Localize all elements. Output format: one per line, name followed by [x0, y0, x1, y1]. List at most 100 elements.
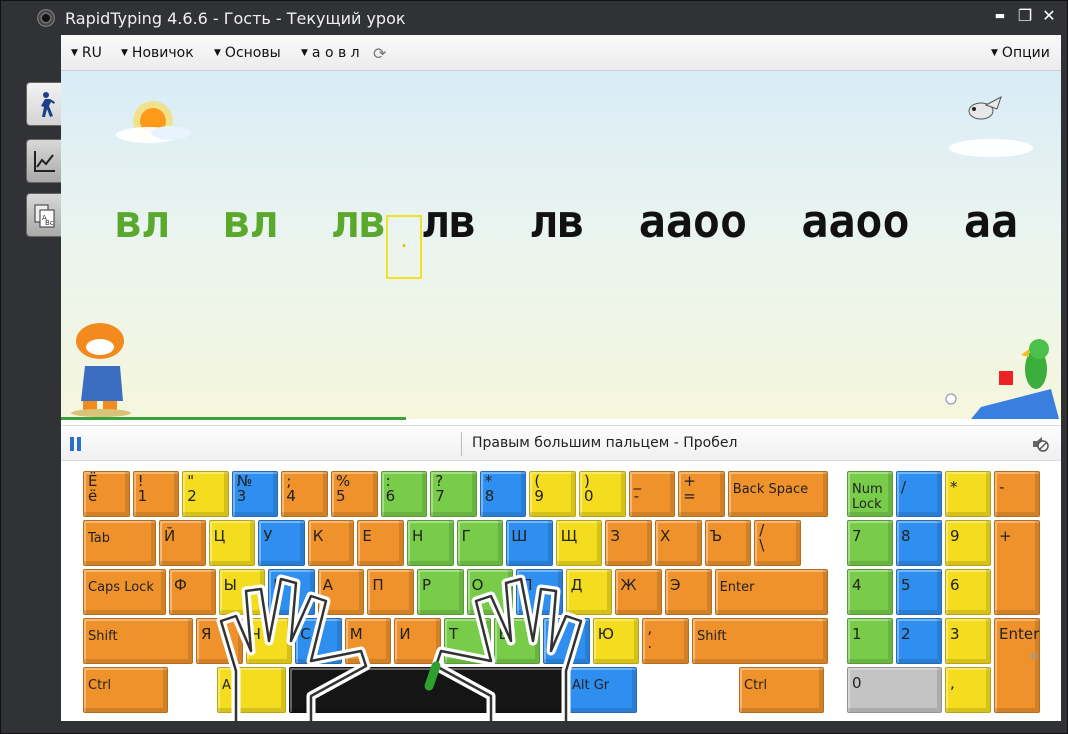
key-к[interactable]: К — [307, 520, 355, 566]
key-caps-lock[interactable]: Caps Lock — [83, 569, 166, 615]
key-/\[interactable]: / \ — [754, 520, 801, 566]
text-cursor: · — [385, 215, 422, 279]
maximize-button[interactable]: ❐ — [1014, 5, 1036, 27]
minimize-button[interactable]: ▬ — [989, 5, 1011, 27]
key-ctrl[interactable]: Ctrl — [739, 667, 824, 713]
key-з[interactable]: З — [605, 520, 652, 566]
key-"2[interactable]: " 2 — [182, 471, 229, 517]
key-1[interactable]: 1 — [847, 618, 893, 664]
remaining-text: лв лв аaоо аaоо аа — [421, 195, 1018, 248]
cat-character-illustration — [71, 323, 131, 417]
key-enter[interactable]: Enter — [714, 569, 828, 615]
lesson-progress-bar — [61, 417, 406, 420]
key-+[interactable]: + — [994, 520, 1040, 615]
key-char: Ъ — [709, 527, 723, 545]
title-bar[interactable]: RapidTyping 4.6.6 - Гость - Текущий урок… — [1, 1, 1068, 35]
key-х[interactable]: Х — [655, 520, 702, 566]
key-2[interactable]: 2 — [896, 618, 942, 664]
key-у[interactable]: У — [258, 520, 305, 566]
key-enter[interactable]: Enter — [994, 618, 1040, 713]
key-3[interactable]: 3 — [945, 618, 991, 664]
key-5[interactable]: 5 — [896, 569, 942, 615]
window-title: RapidTyping 4.6.6 - Гость - Текущий урок — [65, 9, 406, 28]
key-ctrl[interactable]: Ctrl — [83, 667, 168, 713]
status-divider — [461, 432, 462, 456]
key-/[interactable]: / — [896, 471, 942, 517]
key-8[interactable]: 8 — [896, 520, 942, 566]
typed-text: вл вл лв — [115, 195, 386, 248]
key-ц[interactable]: Ц — [208, 520, 256, 566]
course-menu[interactable]: ▼ Основы — [214, 45, 281, 61]
key-label: Caps Lock — [88, 580, 154, 595]
key-ф[interactable]: Ф — [169, 569, 216, 615]
key-label: Tab — [88, 531, 111, 546]
refresh-icon[interactable]: ⟳ — [373, 44, 386, 63]
key-(9[interactable]: (9 — [529, 471, 576, 517]
key-*[interactable]: * — [945, 471, 991, 517]
key-ъ[interactable]: Ъ — [704, 520, 752, 566]
course-label: Основы — [224, 45, 281, 61]
key-shift[interactable]: Shift — [692, 618, 828, 664]
lesson-text-area[interactable]: вл вл лв · лв лв аaоо аaоо аа — [61, 71, 1061, 419]
key-label: Shift — [88, 629, 118, 644]
key-)0[interactable]: ) 0 — [579, 471, 626, 517]
key-ю[interactable]: Ю — [592, 618, 640, 664]
key-bottom-char: 5 — [336, 487, 346, 505]
level-menu[interactable]: ▼ Новичок — [121, 45, 194, 61]
key-shift[interactable]: Shift — [83, 618, 193, 664]
key-bottom-char: 4 — [286, 487, 296, 505]
finger-hint-text: Правым большим пальцем - Пробел — [472, 435, 738, 451]
key-ж[interactable]: Ж — [615, 569, 662, 615]
keys-menu[interactable]: ▼ а о в л — [301, 45, 360, 61]
key-ш[interactable]: Ш — [506, 520, 553, 566]
app-logo-icon[interactable] — [37, 9, 55, 27]
key-н[interactable]: Н — [407, 520, 454, 566]
key-?7[interactable]: ? 7 — [430, 471, 477, 517]
close-button[interactable]: ✕ — [1038, 5, 1060, 27]
key-;4[interactable]: ; 4 — [281, 471, 328, 517]
sidebar-item-statistics[interactable] — [26, 139, 62, 183]
key-:6[interactable]: :6 — [380, 471, 428, 517]
sound-muted-icon[interactable] — [1031, 436, 1049, 452]
sidebar-item-lessons[interactable]: A Bc — [26, 193, 62, 237]
key-е[interactable]: Е — [357, 520, 404, 566]
language-menu[interactable]: ▼ RU — [71, 45, 102, 61]
key-щ[interactable]: Щ — [555, 520, 603, 566]
key-label: Back Space — [732, 482, 809, 497]
key-%5[interactable]: % 5 — [331, 471, 378, 517]
lessons-cards-icon: A Bc — [34, 204, 55, 228]
key-num-lock[interactable]: Num Lock — [847, 471, 893, 517]
key-label: Num Lock — [852, 482, 883, 512]
key-,[interactable]: , — [945, 667, 991, 713]
key-,.[interactable]: ,. — [642, 618, 689, 664]
sidebar-item-lesson[interactable] — [26, 82, 62, 126]
key-bottom-char: 8 — [484, 487, 495, 505]
key-back-space[interactable]: Back Space — [727, 471, 828, 517]
status-bar: Правым большим пальцем - Пробел — [61, 425, 1061, 461]
key-char: , — [950, 674, 955, 692]
key-0[interactable]: 0 — [847, 667, 942, 713]
options-label: Опции — [1001, 45, 1050, 61]
key-4[interactable]: 4 — [847, 569, 893, 615]
key-№3[interactable]: № 3 — [231, 471, 279, 517]
key-й[interactable]: Й — [159, 520, 206, 566]
key-char: 5 — [901, 576, 911, 594]
key-г[interactable]: Г — [456, 520, 504, 566]
key--[interactable]: - — [994, 471, 1040, 517]
keys-label: а о в л — [311, 45, 360, 61]
key-_-[interactable]: _ - — [628, 471, 676, 517]
key-bottom-char: \ — [759, 536, 765, 554]
options-menu[interactable]: ▼ Опции — [991, 45, 1050, 61]
key-!1[interactable]: ! 1 — [132, 471, 180, 517]
key-tab[interactable]: Tab — [83, 520, 156, 566]
key-э[interactable]: Э — [665, 569, 712, 615]
key-*8[interactable]: * 8 — [479, 471, 527, 517]
key-ёё[interactable]: Ёё — [83, 471, 130, 517]
key-6[interactable]: 6 — [945, 569, 991, 615]
key-7[interactable]: 7 — [847, 520, 893, 566]
key-char: 7 — [852, 527, 862, 545]
key-+=[interactable]: + = — [678, 471, 725, 517]
key-char: 4 — [852, 576, 862, 594]
key-9[interactable]: 9 — [945, 520, 991, 566]
pause-icon[interactable] — [70, 437, 82, 451]
